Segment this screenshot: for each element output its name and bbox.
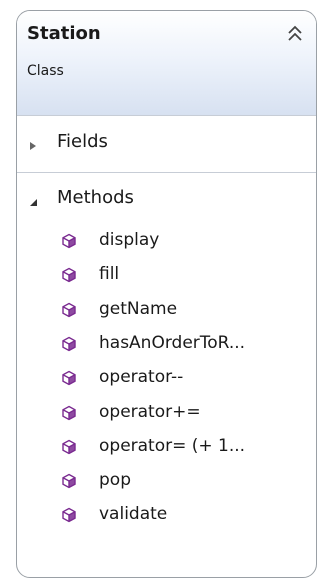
method-item[interactable]: fill bbox=[17, 261, 316, 291]
method-item[interactable]: validate bbox=[17, 501, 316, 531]
method-name: fill bbox=[99, 264, 120, 285]
method-cube-icon bbox=[61, 336, 77, 352]
method-name: operator= (+ 1... bbox=[99, 435, 246, 456]
method-cube-icon bbox=[61, 507, 77, 523]
method-cube-icon bbox=[61, 473, 77, 489]
method-cube-icon bbox=[61, 439, 77, 455]
double-chevron-up-icon[interactable] bbox=[286, 25, 304, 43]
method-item[interactable]: pop bbox=[17, 467, 316, 497]
methods-section-header[interactable]: Methods bbox=[17, 185, 316, 215]
triangle-right-icon[interactable] bbox=[27, 137, 39, 150]
fields-divider bbox=[17, 172, 316, 173]
class-stereotype: Class bbox=[27, 63, 64, 79]
method-item[interactable]: hasAnOrderToR... bbox=[17, 330, 316, 360]
method-cube-icon bbox=[61, 405, 77, 421]
method-name: pop bbox=[99, 470, 131, 491]
method-cube-icon bbox=[61, 302, 77, 318]
class-header: Station Class bbox=[17, 11, 316, 115]
method-item[interactable]: operator= (+ 1... bbox=[17, 433, 316, 463]
method-item[interactable]: operator+= bbox=[17, 399, 316, 429]
method-name: display bbox=[99, 230, 160, 250]
header-divider bbox=[17, 115, 316, 116]
class-name: Station bbox=[27, 23, 101, 44]
fields-section-header[interactable]: Fields bbox=[17, 129, 316, 159]
method-item[interactable]: display bbox=[17, 227, 316, 257]
method-item[interactable]: operator-- bbox=[17, 364, 316, 394]
method-cube-icon bbox=[61, 370, 77, 386]
method-name: operator-- bbox=[99, 367, 184, 388]
class-shape[interactable]: Station Class Fields Methods display fill… bbox=[16, 10, 317, 578]
methods-label: Methods bbox=[57, 187, 134, 208]
triangle-down-icon[interactable] bbox=[27, 193, 39, 206]
method-item[interactable]: getName bbox=[17, 296, 316, 326]
method-name: getName bbox=[99, 298, 178, 319]
method-cube-icon bbox=[61, 267, 77, 283]
method-name: hasAnOrderToR... bbox=[99, 332, 246, 353]
method-name: validate bbox=[99, 504, 168, 525]
method-cube-icon bbox=[61, 233, 77, 249]
method-name: operator+= bbox=[99, 401, 201, 422]
fields-label: Fields bbox=[57, 131, 108, 152]
